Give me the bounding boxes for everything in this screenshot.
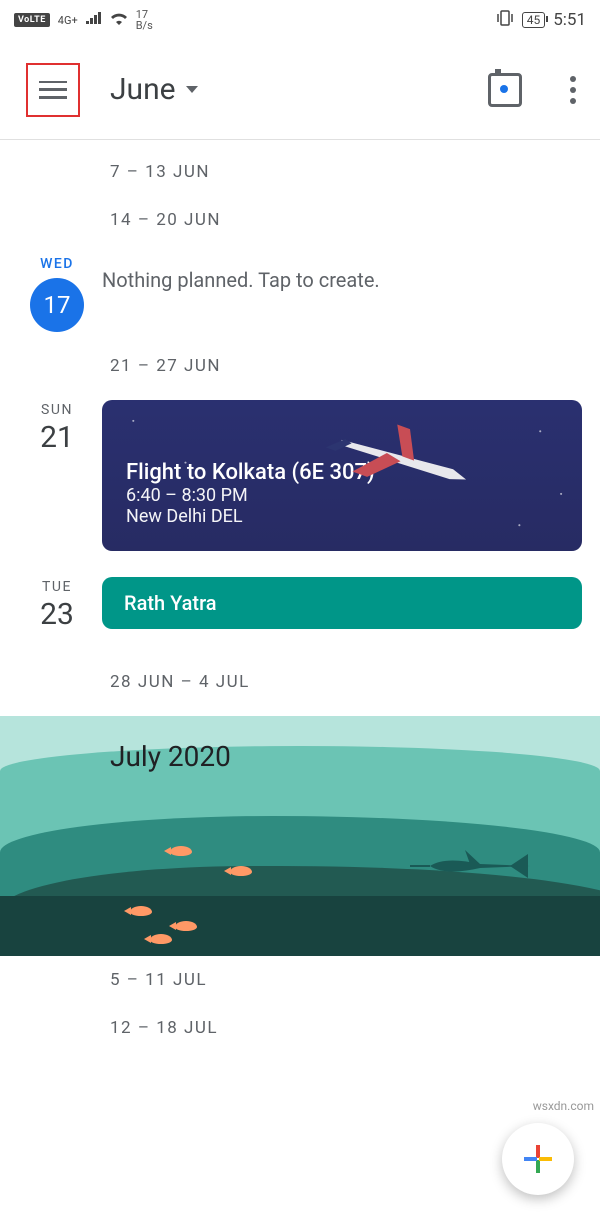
swordfish-icon xyxy=(410,846,530,886)
hamburger-icon[interactable] xyxy=(39,81,67,99)
event-location: New Delhi DEL xyxy=(126,506,558,527)
today-number-circle: 17 xyxy=(30,278,84,332)
day-of-week: TUE xyxy=(12,579,102,595)
event-title: Flight to Kolkata (6E 307) xyxy=(126,460,558,485)
day-row: TUE 23 Rath Yatra xyxy=(0,567,600,642)
day-badge: SUN 21 xyxy=(12,400,102,455)
event-title: Rath Yatra xyxy=(124,591,217,615)
battery-indicator: 45 xyxy=(522,12,546,28)
day-badge: TUE 23 xyxy=(12,577,102,632)
network-speed: 17B/s xyxy=(136,9,153,31)
day-row: SUN 21 Flight to Kolkata (6E 307) 6:40 –… xyxy=(0,390,600,561)
month-banner-title: July 2020 xyxy=(0,716,600,773)
signal-icon xyxy=(86,12,102,28)
schedule-list[interactable]: 7 – 13 JUN 14 – 20 JUN WED 17 Nothing pl… xyxy=(0,140,600,1052)
app-bar: June xyxy=(0,40,600,140)
day-number: 23 xyxy=(12,597,102,632)
week-header: 14 – 20 JUN xyxy=(0,196,600,244)
today-button[interactable] xyxy=(488,73,522,107)
status-bar: VoLTE 4G+ 17B/s 45 5:51 xyxy=(0,0,600,40)
network-type: 4G+ xyxy=(58,14,78,27)
day-of-week: WED xyxy=(12,256,102,272)
empty-day-message[interactable]: Nothing planned. Tap to create. xyxy=(102,254,380,292)
overflow-menu-button[interactable] xyxy=(556,70,590,110)
week-header: 7 – 13 JUN xyxy=(0,148,600,196)
chevron-down-icon xyxy=(186,86,198,93)
holiday-event-card[interactable]: Rath Yatra xyxy=(102,577,582,629)
month-banner: July 2020 xyxy=(0,716,600,956)
week-header: 21 – 27 JUN xyxy=(0,342,600,390)
day-of-week: SUN xyxy=(12,402,102,418)
day-number: 21 xyxy=(12,420,102,455)
create-event-fab[interactable] xyxy=(502,1123,574,1195)
current-month-label: June xyxy=(110,72,176,107)
event-time: 6:40 – 8:30 PM xyxy=(126,485,558,506)
clock: 5:51 xyxy=(553,10,586,30)
flight-event-card[interactable]: Flight to Kolkata (6E 307) 6:40 – 8:30 P… xyxy=(102,400,582,551)
menu-button-highlight xyxy=(26,63,80,117)
day-badge: WED 17 xyxy=(12,254,102,332)
week-header: 28 JUN – 4 JUL xyxy=(0,642,600,706)
watermark: wsxdn.com xyxy=(533,1099,594,1113)
volte-badge: VoLTE xyxy=(14,13,50,27)
day-row-today[interactable]: WED 17 Nothing planned. Tap to create. xyxy=(0,244,600,342)
wifi-icon xyxy=(110,11,128,29)
month-dropdown[interactable]: June xyxy=(110,72,198,107)
vibrate-icon xyxy=(496,10,514,30)
week-header: 12 – 18 JUL xyxy=(0,1004,600,1052)
plus-icon xyxy=(522,1143,554,1175)
week-header: 5 – 11 JUL xyxy=(0,956,600,1004)
